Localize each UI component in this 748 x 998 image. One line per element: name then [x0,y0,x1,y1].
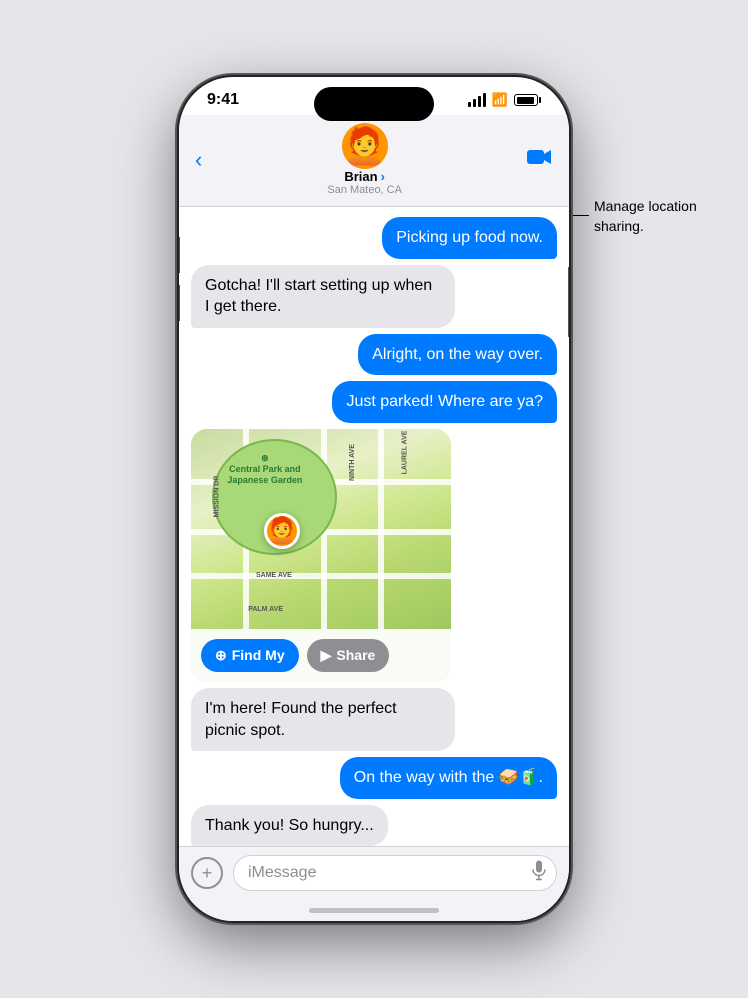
message-7-bubble: On the way with the 🥪🧃. [340,757,557,799]
message-4-bubble: Just parked! Where are ya? [332,381,557,423]
message-6-row: I'm here! Found the perfect picnic spot. [191,688,557,751]
share-button[interactable]: ▶ Share [307,639,390,672]
status-time: 9:41 [207,91,239,109]
video-call-button[interactable] [527,148,553,172]
map-buttons: ⊕ Find My ▶ Share [191,629,451,682]
message-6-bubble: I'm here! Found the perfect picnic spot. [191,688,455,751]
home-bar [309,908,439,913]
status-icons: 📶 [468,92,541,108]
avatar: 🧑‍🦰 [342,123,388,169]
volume-down-button[interactable] [179,285,180,321]
phone: 9:41 📶 [179,77,569,921]
annotation-text: Manage location sharing. [594,197,734,236]
message-3-row: Alright, on the way over. [191,334,557,376]
battery-icon [514,94,541,106]
contact-name: Brian › [344,169,385,184]
message-input[interactable]: iMessage [233,855,557,891]
share-icon: ▶ [321,647,332,664]
chat-header: ‹ 🧑‍🦰 Brian › San Mateo, CA [179,115,569,207]
findmy-button[interactable]: ⊕ Find My [201,639,299,672]
signal-icon [468,93,486,107]
power-button[interactable] [568,267,569,337]
volume-up-button[interactable] [179,237,180,273]
share-label: Share [336,647,375,663]
message-5-row: MISSION DR NINTH AVE LAUREL AVE PALM AVE… [191,429,557,682]
plus-icon: + [202,863,213,884]
message-3-bubble: Alright, on the way over. [358,334,557,376]
avatar-emoji: 🧑‍🦰 [342,125,387,167]
mic-icon [531,861,547,881]
contact-subtitle: San Mateo, CA [327,184,402,196]
message-2-row: Gotcha! I'll start setting up when I get… [191,265,557,328]
park-label: ⊕ Central Park andJapanese Garden [227,453,302,485]
message-2-bubble: Gotcha! I'll start setting up when I get… [191,265,455,328]
contact-info[interactable]: 🧑‍🦰 Brian › San Mateo, CA [327,123,402,196]
map-bubble[interactable]: MISSION DR NINTH AVE LAUREL AVE PALM AVE… [191,429,451,682]
map-image: MISSION DR NINTH AVE LAUREL AVE PALM AVE… [191,429,451,629]
wifi-icon: 📶 [492,92,508,108]
add-attachment-button[interactable]: + [191,857,223,889]
message-7-row: On the way with the 🥪🧃. [191,757,557,799]
messages-area: Picking up food now. Gotcha! I'll start … [179,207,569,851]
back-chevron-icon: ‹ [195,147,202,173]
message-8-row: Thank you! So hungry... [191,805,557,847]
map-pin: 🧑‍🦰 [264,513,300,549]
findmy-icon: ⊕ [215,647,227,664]
message-8-bubble: Thank you! So hungry... [191,805,388,847]
video-icon [527,148,553,166]
findmy-label: Find My [232,647,285,663]
message-input-wrapper: iMessage [233,855,557,891]
input-placeholder: iMessage [248,864,316,882]
status-bar: 9:41 📶 [179,77,569,115]
chevron-icon: › [381,169,385,184]
mic-button[interactable] [531,861,547,886]
message-4-row: Just parked! Where are ya? [191,381,557,423]
message-1-bubble: Picking up food now. [382,217,557,259]
message-1-row: Picking up food now. [191,217,557,259]
back-button[interactable]: ‹ [195,147,202,173]
